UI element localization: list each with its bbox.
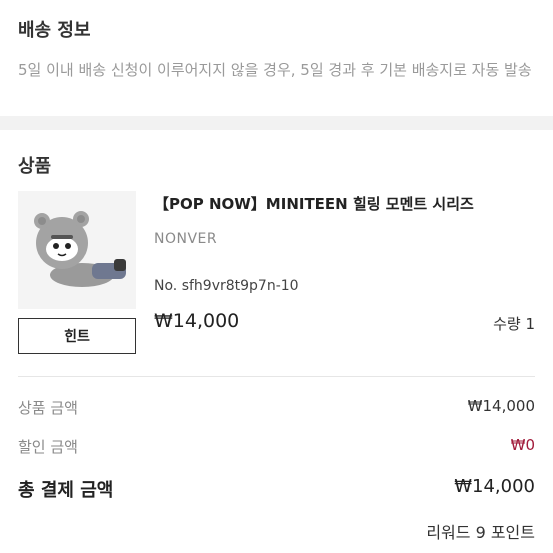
- reward-points: 리워드 9 포인트: [426, 523, 535, 542]
- product-image: [18, 191, 136, 309]
- product-price: ₩14,000: [154, 310, 240, 332]
- product-quantity: 수량 1: [493, 315, 535, 333]
- product-amount-label: 상품 금액: [18, 399, 78, 417]
- summary-divider: [18, 376, 535, 377]
- product-section-title: 상품: [18, 156, 52, 177]
- discount-amount-value: ₩0: [510, 436, 535, 454]
- shipping-info-title: 배송 정보: [18, 20, 91, 41]
- shipping-info-description: 5일 이내 배송 신청이 이루어지지 않을 경우, 5일 경과 후 기본 배송지…: [18, 61, 532, 79]
- section-divider: [0, 116, 553, 130]
- product-name[interactable]: 【POP NOW】MINITEEN 힐링 모멘트 시리즈: [154, 193, 474, 214]
- shipping-info-section: 배송 정보 5일 이내 배송 신청이 이루어지지 않을 경우, 5일 경과 후 …: [0, 0, 553, 116]
- total-payment-label: 총 결제 금액: [18, 480, 114, 501]
- plush-figure-icon: [18, 191, 136, 309]
- discount-amount-label: 할인 금액: [18, 438, 78, 456]
- product-amount-value: ₩14,000: [467, 397, 535, 415]
- total-payment-value: ₩14,000: [454, 476, 535, 497]
- product-number: No. sfh9vr8t9p7n-10: [154, 278, 299, 294]
- product-brand: NONVER: [154, 231, 218, 247]
- hint-button[interactable]: 힌트: [18, 318, 136, 354]
